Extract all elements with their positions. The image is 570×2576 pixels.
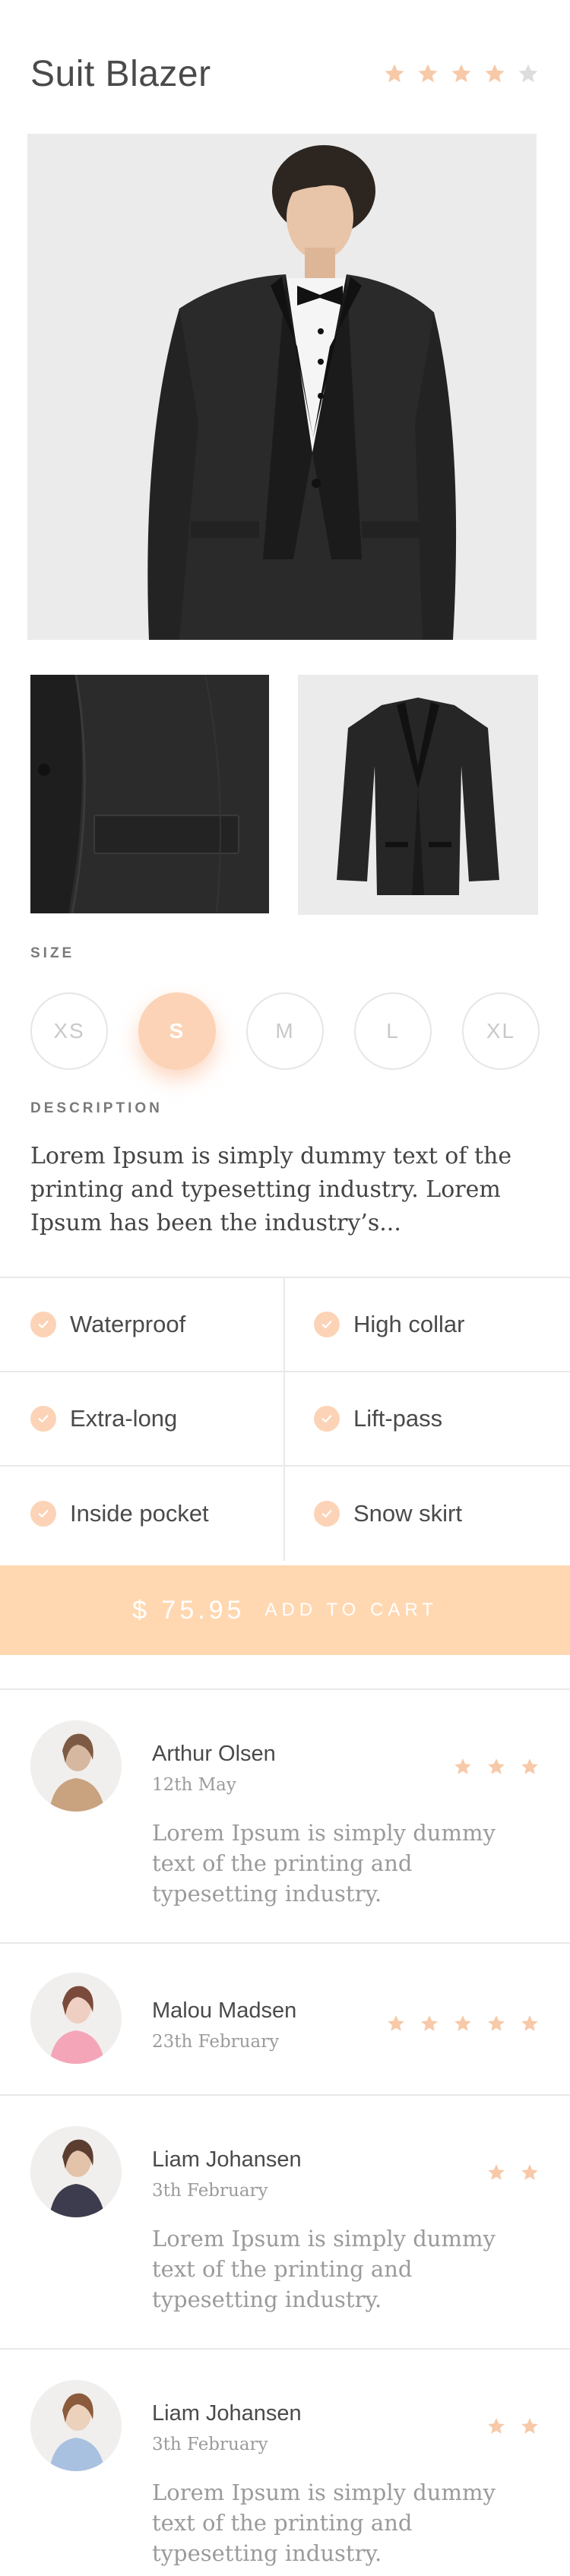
review-date: 3th February: [152, 2181, 268, 2201]
feature-label: Snow skirt: [353, 1500, 462, 1527]
star-filled-icon: [486, 2416, 506, 2436]
product-thumbnail-fabric-detail[interactable]: [30, 675, 269, 913]
add-to-cart-label: ADD TO CART: [264, 1600, 438, 1620]
star-filled-icon: [453, 1757, 473, 1777]
add-to-cart-button[interactable]: $ 75.95 ADD TO CART: [0, 1565, 570, 1655]
review-date: 3th February: [152, 2435, 268, 2454]
feature-item: High collar: [285, 1278, 570, 1372]
feature-label: High collar: [353, 1311, 465, 1337]
blazer-model-illustration: [27, 134, 537, 640]
star-filled-icon: [386, 2014, 406, 2033]
review-rating: [453, 1757, 540, 1777]
feature-label: Extra-long: [70, 1405, 178, 1432]
star-filled-icon: [520, 2416, 540, 2436]
reviewer-name: Liam Johansen: [152, 2147, 302, 2172]
feature-grid: Waterproof High collar Extra-long Lift-pass…: [0, 1277, 570, 1565]
reviewer-name: Liam Johansen: [152, 2401, 302, 2426]
product-rating: [383, 62, 540, 85]
star-filled-icon: [486, 2014, 506, 2033]
reviewer-avatar[interactable]: [30, 1973, 122, 2064]
feature-item: Inside pocket: [0, 1467, 285, 1561]
star-filled-icon: [450, 62, 473, 85]
star-filled-icon: [383, 62, 406, 85]
check-icon: [30, 1501, 56, 1527]
flat-jacket-illustration: [298, 675, 538, 915]
feature-label: Waterproof: [70, 1311, 186, 1337]
check-icon: [30, 1406, 56, 1432]
size-section-label: SIZE: [30, 945, 75, 961]
size-option-m[interactable]: M: [246, 992, 324, 1070]
reviewer-name: Malou Madsen: [152, 1998, 297, 2023]
reviewer-avatar[interactable]: [30, 1720, 122, 1812]
feature-label: Lift-pass: [353, 1405, 443, 1432]
fabric-detail-illustration: [30, 675, 269, 913]
review-text: Lorem Ipsum is simply dummy text of the …: [152, 2479, 496, 2566]
size-option-xl[interactable]: XL: [462, 992, 540, 1070]
product-main-image[interactable]: [27, 134, 537, 640]
review-text: Lorem Ipsum is simply dummy text of the …: [152, 1820, 496, 1907]
star-filled-icon: [486, 2163, 506, 2182]
star-filled-icon: [483, 62, 506, 85]
feature-item: Extra-long: [0, 1372, 285, 1467]
star-filled-icon: [520, 1757, 540, 1777]
star-filled-icon: [520, 2163, 540, 2182]
star-filled-icon: [420, 2014, 439, 2033]
product-description: Lorem Ipsum is simply dummy text of the …: [30, 1143, 512, 1236]
size-selector: XS S M L XL: [30, 992, 540, 1070]
star-filled-icon: [453, 2014, 473, 2033]
review-item: Malou Madsen 23th February: [0, 1942, 570, 2094]
feature-item: Snow skirt: [285, 1467, 570, 1561]
review-text: Lorem Ipsum is simply dummy text of the …: [152, 2226, 496, 2312]
price-label: $ 75.95: [132, 1595, 245, 1625]
size-option-s[interactable]: S: [138, 992, 216, 1070]
check-icon: [314, 1406, 340, 1432]
star-empty-icon: [517, 62, 540, 85]
review-rating: [386, 2014, 540, 2033]
page-title: Suit Blazer: [30, 54, 211, 94]
feature-label: Inside pocket: [70, 1500, 209, 1527]
check-icon: [314, 1501, 340, 1527]
reviewer-avatar[interactable]: [30, 2380, 122, 2471]
feature-item: Waterproof: [0, 1278, 285, 1372]
size-option-xs[interactable]: XS: [30, 992, 108, 1070]
size-option-l[interactable]: L: [354, 992, 432, 1070]
product-header: Suit Blazer: [30, 46, 540, 106]
star-filled-icon: [416, 62, 439, 85]
check-icon: [314, 1312, 340, 1337]
review-date: 23th February: [152, 2032, 280, 2052]
review-item: Liam Johansen 3th February Lorem Ipsum is …: [0, 2094, 570, 2348]
reviewer-name: Arthur Olsen: [152, 1742, 276, 1766]
product-thumbnail-flat-jacket[interactable]: [298, 675, 538, 915]
star-filled-icon: [486, 1757, 506, 1777]
review-rating: [486, 2163, 540, 2182]
reviewer-avatar[interactable]: [30, 2126, 122, 2217]
review-item: Arthur Olsen 12th May Lorem Ipsum is simpl…: [0, 1688, 570, 1942]
description-section-label: DESCRIPTION: [30, 1100, 163, 1116]
check-icon: [30, 1312, 56, 1337]
star-filled-icon: [520, 2014, 540, 2033]
review-rating: [486, 2416, 540, 2436]
review-date: 12th May: [152, 1775, 236, 1795]
review-item: Liam Johansen 3th February Lorem Ipsum is …: [0, 2348, 570, 2576]
feature-item: Lift-pass: [285, 1372, 570, 1467]
